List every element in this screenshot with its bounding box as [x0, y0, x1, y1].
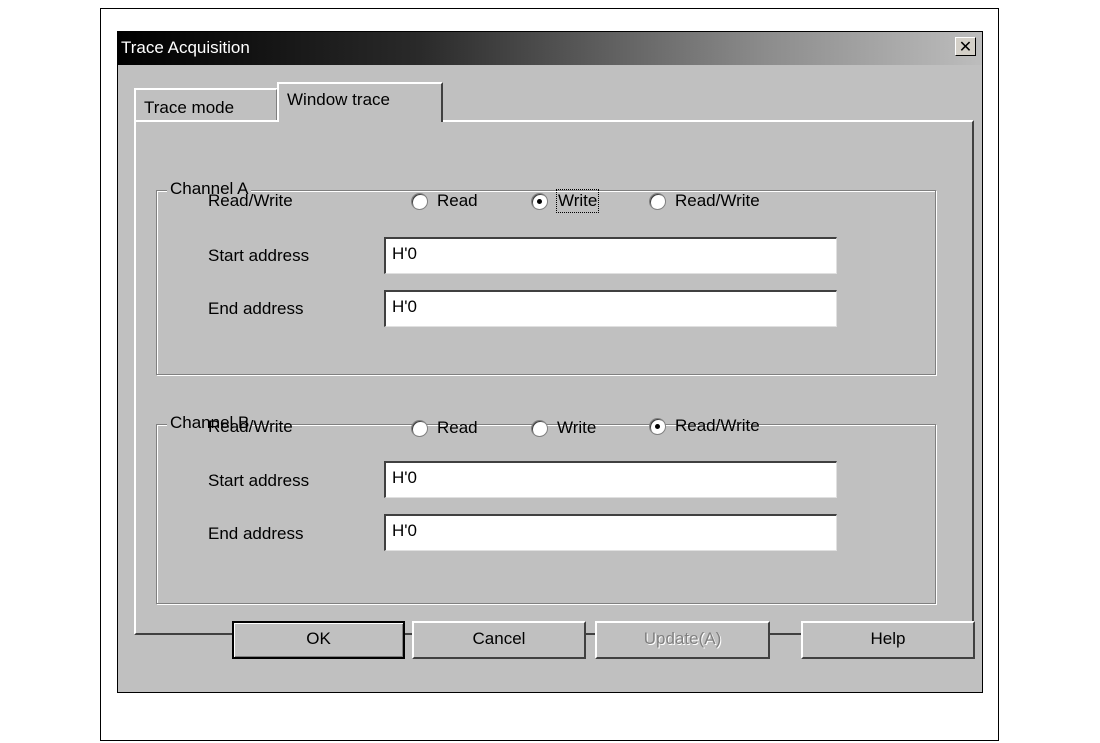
channel-b-write-label[interactable]: Write	[557, 418, 596, 438]
help-button[interactable]: Help	[801, 621, 975, 659]
channel-a-write-label[interactable]: Write	[555, 189, 600, 213]
close-icon: ✕	[958, 37, 973, 56]
trace-acquisition-dialog: Trace Acquisition ✕ Trace mode Window tr…	[117, 31, 983, 693]
channel-b-start-label: Start address	[208, 471, 310, 490]
channel-b-write-radio[interactable]	[531, 420, 548, 437]
channel-b-read-label[interactable]: Read	[437, 418, 478, 438]
title-bar[interactable]: Trace Acquisition ✕	[118, 32, 982, 65]
tab-trace-mode-label: Trace mode	[144, 98, 235, 117]
tab-window-trace-label: Window trace	[287, 90, 390, 109]
ok-button-label: OK	[306, 629, 331, 648]
channel-b-read-radio[interactable]	[411, 420, 428, 437]
tab-window-trace[interactable]: Window trace	[277, 82, 443, 122]
channel-a-write-radio[interactable]	[531, 193, 548, 210]
channel-a-end-address-input[interactable]: H'0	[384, 290, 837, 327]
channel-a-read-radio[interactable]	[411, 193, 428, 210]
channel-a-start-label: Start address	[208, 246, 310, 265]
cancel-button-label: Cancel	[472, 629, 526, 648]
channel-b-rw-label: Read/Write	[208, 417, 293, 436]
window-title: Trace Acquisition	[121, 38, 250, 57]
channel-a-group: Channel A	[156, 179, 936, 375]
channel-b-readwrite-label[interactable]: Read/Write	[675, 416, 760, 436]
channel-b-end-label: End address	[208, 524, 304, 543]
tab-trace-mode[interactable]: Trace mode	[134, 88, 278, 120]
help-button-label: Help	[870, 629, 906, 648]
channel-a-read-label[interactable]: Read	[437, 191, 478, 211]
update-button-label: Update(A)	[643, 629, 722, 648]
channel-a-rw-label: Read/Write	[208, 191, 293, 210]
cancel-button[interactable]: Cancel	[412, 621, 586, 659]
channel-b-start-address-input[interactable]: H'0	[384, 461, 837, 498]
channel-b-readwrite-radio[interactable]	[649, 418, 666, 435]
channel-b-end-address-input[interactable]: H'0	[384, 514, 837, 551]
channel-a-readwrite-radio[interactable]	[649, 193, 666, 210]
close-button[interactable]: ✕	[955, 37, 976, 56]
channel-a-readwrite-label[interactable]: Read/Write	[675, 191, 760, 211]
channel-a-end-label: End address	[208, 299, 304, 318]
ok-button[interactable]: OK	[232, 621, 405, 659]
channel-a-start-address-input[interactable]: H'0	[384, 237, 837, 274]
update-button[interactable]: Update(A)	[595, 621, 770, 659]
